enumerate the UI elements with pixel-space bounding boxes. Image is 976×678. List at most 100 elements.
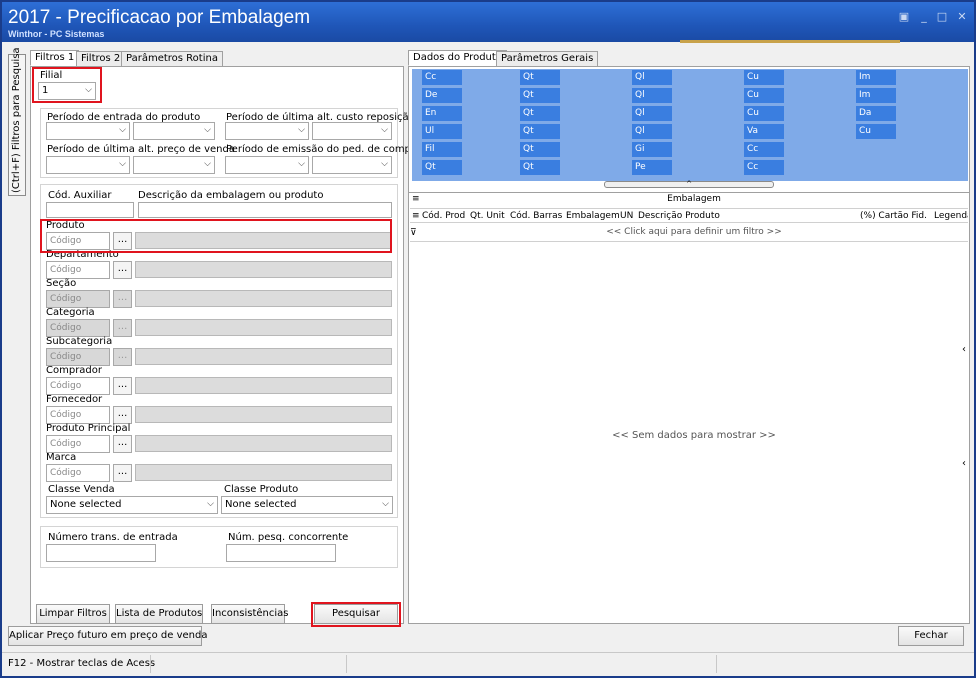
col-qt-unit[interactable]: Qt. Unit	[470, 209, 505, 223]
grid-filter-row[interactable]: << Click aqui para definir um filtro >>	[420, 227, 968, 237]
lookup-7-search-button[interactable]: ...	[113, 435, 132, 453]
aplicar-preco-futuro-button[interactable]: Aplicar Preço futuro em preço de venda	[8, 626, 207, 646]
lookup-8-code-input[interactable]: Código	[46, 464, 110, 482]
tab-parametros-gerais[interactable]: Parâmetros Gerais	[496, 51, 599, 67]
lookup-1-code-input[interactable]: Código	[46, 261, 110, 279]
restore-icon[interactable]: ▣	[896, 10, 912, 24]
lista-produtos-button[interactable]: Lista de Produtos	[115, 604, 203, 624]
lookup-5-code-input[interactable]: Código	[46, 377, 110, 395]
info-field-0-4: Fil	[422, 142, 462, 157]
col-cod-prod[interactable]: Cód. Prod	[422, 209, 465, 223]
info-field-2-2: Ql	[632, 106, 672, 121]
col-embalagem[interactable]: Embalagem	[566, 209, 620, 223]
col-descricao-produto[interactable]: Descrição Produto	[638, 209, 720, 223]
info-field-3-2: Cu	[744, 106, 784, 121]
title-accent-line	[680, 40, 900, 43]
custo-end-date[interactable]: ⌵	[312, 122, 392, 140]
inconsistencias-button[interactable]: Inconsistências	[211, 604, 288, 624]
info-field-3-0: Cu	[744, 70, 784, 85]
col-cartao-fid[interactable]: (%) Cartão Fid.	[860, 209, 927, 223]
chevron-down-icon: ⌵	[382, 499, 389, 509]
lookup-2-code-placeholder: Código	[50, 294, 82, 304]
side-tab-label: (Ctrl+F) Filtros para Pesquisa	[11, 47, 22, 193]
lookup-2-code-input[interactable]: Código	[46, 290, 110, 308]
lookup-4-description	[135, 348, 392, 365]
descricao-embalagem-input[interactable]	[138, 202, 392, 218]
classe-produto-label: Classe Produto	[224, 484, 299, 495]
chevron-down-icon: ⌵	[207, 499, 214, 509]
custo-start-date[interactable]: ⌵	[225, 122, 309, 140]
grid-empty-message: << Sem dados para mostrar >>	[612, 430, 776, 441]
lookup-3-code-placeholder: Código	[50, 323, 82, 333]
classe-produto-value: None selected	[225, 499, 297, 510]
emissao-start-date[interactable]: ⌵	[225, 156, 309, 174]
lookup-6-search-button[interactable]: ...	[113, 406, 132, 424]
lookup-1-search-button[interactable]: ...	[113, 261, 132, 279]
col-cod-barras[interactable]: Cód. Barras	[510, 209, 562, 223]
highlight-filial	[32, 67, 102, 103]
status-bar: F12 - Mostrar teclas de Acess	[2, 652, 974, 676]
entrada-end-date[interactable]: ⌵	[133, 122, 215, 140]
status-divider	[150, 655, 151, 673]
info-field-0-5: Qt	[422, 160, 462, 175]
entrada-start-date[interactable]: ⌵	[46, 122, 130, 140]
lookup-3-label: Categoria	[46, 307, 95, 318]
tab-dados-produto[interactable]: Dados do Produto	[408, 50, 507, 66]
lookup-4-search-button[interactable]: ...	[113, 348, 132, 366]
grid-header-row: ≡ Cód. Prod Qt. Unit Cód. Barras Embalag…	[410, 208, 968, 223]
chevron-down-icon: ⌵	[119, 159, 126, 169]
classe-venda-select[interactable]: None selected ⌵	[46, 496, 218, 514]
lookup-3-description	[135, 319, 392, 336]
col-legenda[interactable]: Legenda	[934, 209, 968, 223]
chevron-down-icon: ⌵	[298, 125, 305, 135]
minimize-icon[interactable]: _	[916, 10, 932, 24]
num-pesq-input[interactable]	[226, 544, 336, 562]
info-field-0-3: Ul	[422, 124, 462, 139]
highlight-pesquisar	[311, 602, 401, 627]
grid-divider	[410, 241, 968, 242]
chevron-down-icon: ⌵	[119, 125, 126, 135]
classe-venda-label: Classe Venda	[48, 484, 115, 495]
scroll-left-icon-2[interactable]: ‹	[962, 458, 966, 469]
tab-filtros-2[interactable]: Filtros 2	[76, 51, 126, 67]
lookup-7-description	[135, 435, 392, 452]
fechar-button[interactable]: Fechar	[898, 626, 964, 646]
info-field-1-0: Qt	[520, 70, 560, 85]
info-field-4-1: Im	[856, 88, 896, 103]
preco-end-date[interactable]: ⌵	[133, 156, 215, 174]
lookup-5-search-button[interactable]: ...	[113, 377, 132, 395]
tab-filtros-1[interactable]: Filtros 1	[30, 50, 80, 66]
lookup-7-code-placeholder: Código	[50, 439, 82, 449]
num-trans-input[interactable]	[46, 544, 156, 562]
num-pesq-label: Núm. pesq. concorrente	[228, 532, 349, 543]
lookup-3-code-input[interactable]: Código	[46, 319, 110, 337]
collapse-splitter[interactable]: ^	[604, 181, 774, 188]
classe-produto-select[interactable]: None selected ⌵	[221, 496, 393, 514]
lookup-6-description	[135, 406, 392, 423]
info-field-4-0: Im	[856, 70, 896, 85]
grid-column-icon[interactable]: ≡	[412, 209, 420, 223]
side-tab-search-filters[interactable]: (Ctrl+F) Filtros para Pesquisa	[8, 47, 26, 196]
col-un[interactable]: UN	[620, 209, 633, 223]
limpar-filtros-button[interactable]: Limpar Filtros	[36, 604, 110, 624]
emissao-end-date[interactable]: ⌵	[312, 156, 392, 174]
lookup-7-code-input[interactable]: Código	[46, 435, 110, 453]
scroll-left-icon[interactable]: ‹	[962, 344, 966, 355]
lookup-2-search-button[interactable]: ...	[113, 290, 132, 308]
preco-start-date[interactable]: ⌵	[46, 156, 130, 174]
cod-auxiliar-input[interactable]	[46, 202, 134, 218]
lookup-8-search-button[interactable]: ...	[113, 464, 132, 482]
grid-menu-icon[interactable]: ≡	[412, 194, 420, 204]
embalagem-grid	[408, 192, 970, 624]
lookup-8-description	[135, 464, 392, 481]
lookup-4-code-input[interactable]: Código	[46, 348, 110, 366]
chevron-down-icon: ⌵	[381, 159, 388, 169]
maximize-icon[interactable]: □	[934, 10, 950, 24]
lookup-6-label: Fornecedor	[46, 394, 103, 405]
close-icon[interactable]: ✕	[954, 10, 970, 24]
lookup-6-code-input[interactable]: Código	[46, 406, 110, 424]
lookup-3-search-button[interactable]: ...	[113, 319, 132, 337]
tab-parametros-rotina[interactable]: Parâmetros Rotina	[121, 51, 223, 67]
periodo-preco-label: Período de última alt. preço de venda	[47, 144, 235, 155]
filter-icon[interactable]: ⊽	[410, 228, 417, 238]
